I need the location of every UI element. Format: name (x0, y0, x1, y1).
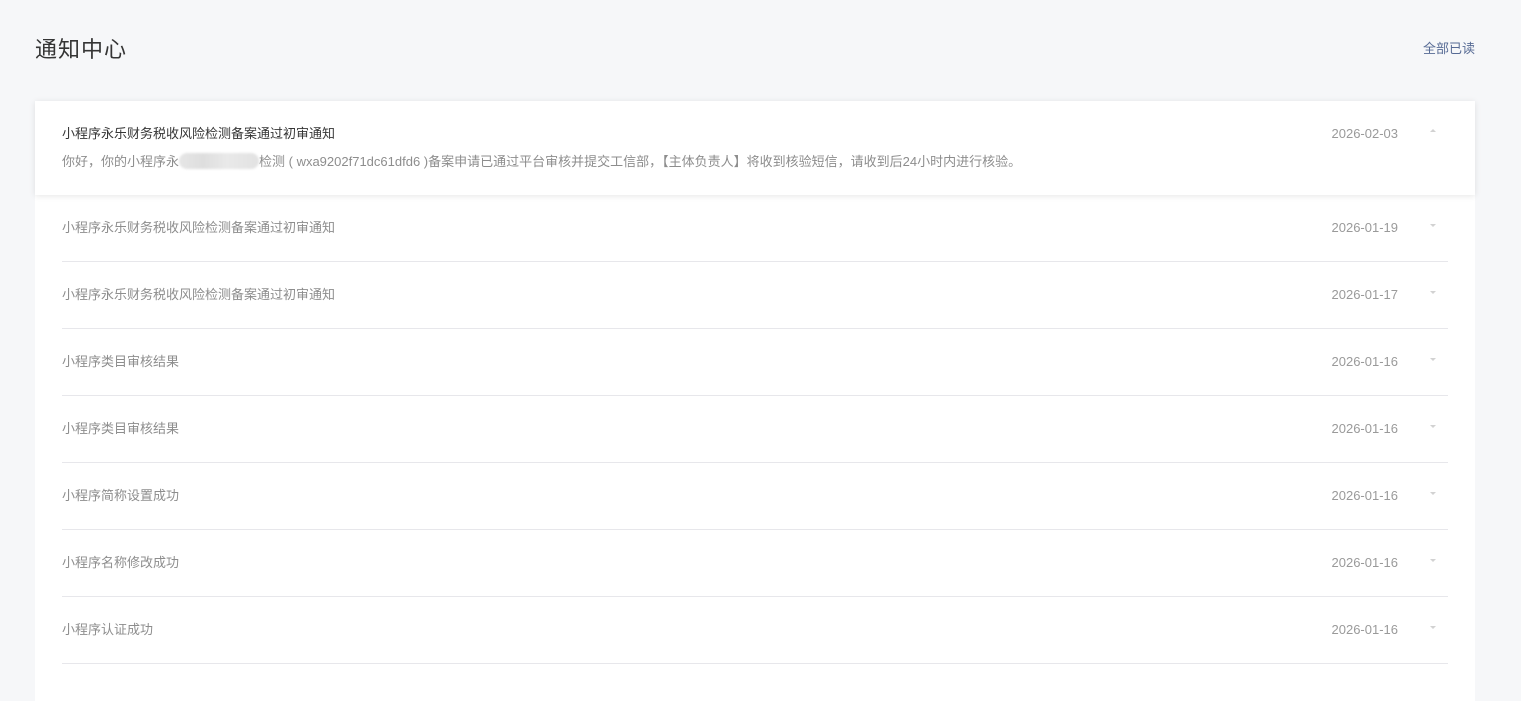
chevron-down-icon[interactable] (1430, 358, 1436, 361)
redacted-text (179, 153, 260, 169)
notification-date: 2026-01-19 (1331, 220, 1399, 235)
notification-item[interactable]: 小程序类目审核结果 2026-01-16 (62, 329, 1448, 396)
chevron-down-icon[interactable] (1430, 559, 1436, 562)
page-header: 通知中心 全部已读 (35, 36, 1475, 64)
notification-title: 小程序认证成功 (62, 622, 154, 637)
notification-body-suffix: 检测 ( wxa9202f71dc61dfd6 )备案申请已通过平台审核并提交工… (259, 154, 1022, 169)
notification-title: 小程序类目审核结果 (62, 354, 180, 369)
notification-date: 2026-02-03 (1331, 126, 1399, 141)
notification-body: 你好，你的小程序永 检测 ( wxa9202f71dc61dfd6 )备案申请已通… (62, 153, 1021, 171)
notification-title: 小程序永乐财务税收风险检测备案通过初审通知 (62, 220, 336, 235)
notification-item[interactable]: 小程序类目审核结果 2026-01-16 (62, 396, 1448, 463)
notification-date: 2026-01-16 (1331, 488, 1399, 503)
notification-title: 小程序永乐财务税收风险检测备案通过初审通知 (62, 287, 336, 302)
notification-item[interactable]: 小程序永乐财务税收风险检测备案通过初审通知 2026-01-17 (62, 262, 1448, 329)
page-title: 通知中心 (35, 37, 128, 62)
mark-all-read-link[interactable]: 全部已读 (1423, 39, 1475, 59)
notification-body-prefix: 你好，你的小程序永 (62, 154, 180, 169)
notification-item[interactable]: 小程序名称修改成功 2026-01-16 (62, 530, 1448, 597)
notification-date: 2026-01-17 (1331, 287, 1399, 302)
chevron-down-icon[interactable] (1430, 224, 1436, 227)
chevron-down-icon[interactable] (1430, 492, 1436, 495)
notification-title: 小程序简称设置成功 (62, 488, 180, 503)
notification-date: 2026-01-16 (1331, 555, 1399, 570)
notification-date: 2026-01-16 (1331, 354, 1399, 369)
chevron-down-icon[interactable] (1430, 291, 1436, 294)
notification-date: 2026-01-16 (1331, 622, 1399, 637)
notification-title: 小程序类目审核结果 (62, 421, 180, 436)
notification-item[interactable]: 小程序认证成功 2026-01-16 (62, 597, 1448, 664)
chevron-up-icon[interactable] (1430, 129, 1436, 132)
chevron-down-icon[interactable] (1430, 626, 1436, 629)
notification-item[interactable]: 小程序永乐财务税收风险检测备案通过初审通知 2026-01-19 (62, 195, 1448, 262)
notification-title: 小程序永乐财务税收风险检测备案通过初审通知 (62, 126, 336, 141)
notification-list: 小程序永乐财务税收风险检测备案通过初审通知 2026-02-03 你好，你的小程… (35, 101, 1475, 701)
notification-date: 2026-01-16 (1331, 421, 1399, 436)
notification-title: 小程序名称修改成功 (62, 555, 180, 570)
notification-item[interactable]: 小程序简称设置成功 2026-01-16 (62, 463, 1448, 530)
chevron-down-icon[interactable] (1430, 425, 1436, 428)
notification-item-expanded[interactable]: 小程序永乐财务税收风险检测备案通过初审通知 2026-02-03 你好，你的小程… (35, 101, 1475, 195)
